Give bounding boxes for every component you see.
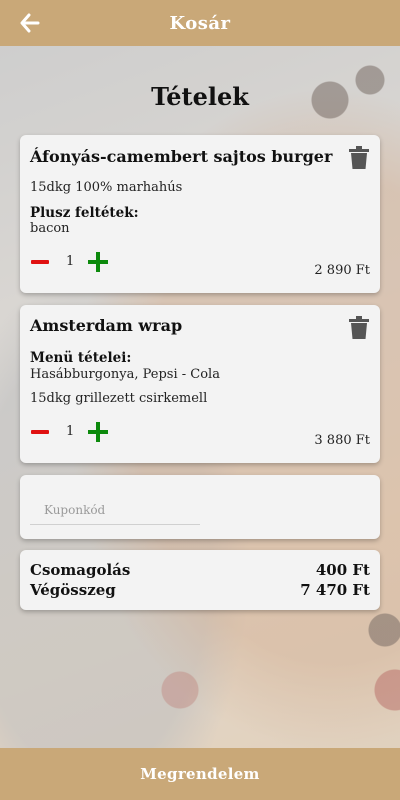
total-label: Végösszeg [30,581,116,599]
quantity-value: 1 [66,254,75,269]
trash-icon [349,146,369,169]
cart-item-card: Áfonyás-camembert sajtos burger 15dkg 10… [20,135,380,293]
packaging-label: Csomagolás [30,561,131,579]
menu-items-value: Hasábburgonya, Pepsi - Cola [30,367,220,382]
coupon-card [20,475,380,539]
trash-icon [349,316,369,339]
summary-card: Csomagolás 400 Ft Végösszeg 7 470 Ft [20,550,380,610]
menu-items-label: Menü tételei: [30,350,132,366]
extras-value: bacon [30,221,70,236]
cart-item-card: Amsterdam wrap Menü tételei: Hasábburgon… [20,305,380,463]
delete-item-button[interactable] [348,316,370,340]
arrow-left-icon [20,13,40,33]
order-button-label: Megrendelem [140,765,260,783]
page-title: Kosár [169,12,231,34]
item-description: 15dkg grillezett csirkemell [30,391,208,406]
increase-quantity-button[interactable] [88,421,110,443]
item-name: Amsterdam wrap [30,316,183,335]
item-price: 2 890 Ft [314,263,370,278]
item-description: 15dkg 100% marhahús [30,180,183,195]
extras-label: Plusz feltétek: [30,205,139,221]
order-button[interactable]: Megrendelem [0,748,400,800]
app-header: Kosár [0,0,400,46]
back-button[interactable] [18,11,42,35]
decrease-quantity-button[interactable] [30,252,50,272]
packaging-value: 400 Ft [315,561,370,579]
section-title: Tételek [151,82,249,111]
item-price: 3 880 Ft [314,433,370,448]
total-value: 7 470 Ft [300,581,370,599]
quantity-value: 1 [66,424,75,439]
coupon-code-input[interactable] [30,495,200,525]
item-name: Áfonyás-camembert sajtos burger [30,147,333,166]
increase-quantity-button[interactable] [88,251,110,273]
delete-item-button[interactable] [348,146,370,170]
decrease-quantity-button[interactable] [30,422,50,442]
